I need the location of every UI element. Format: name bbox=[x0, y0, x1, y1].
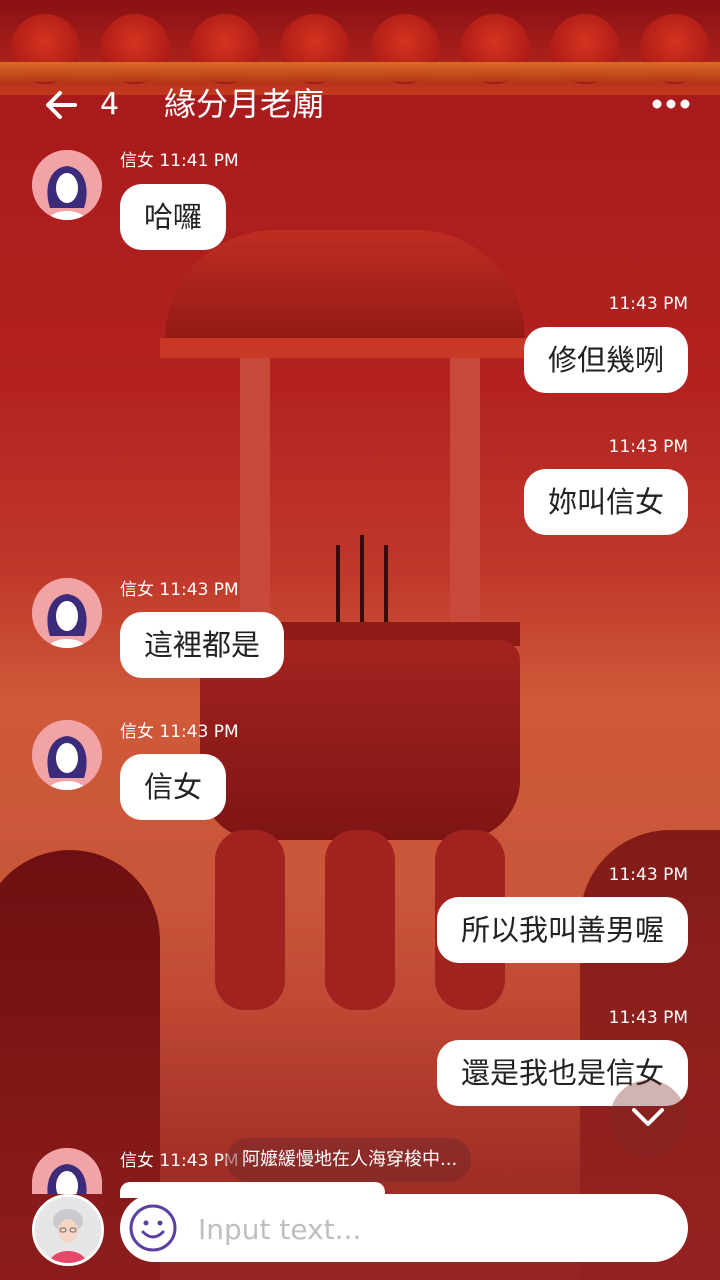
incense-stick bbox=[360, 535, 364, 625]
timestamp: 11:43 PM bbox=[159, 580, 239, 600]
message-meta: 信女 11:41 PM bbox=[120, 150, 239, 172]
timestamp: 11:43 PM bbox=[608, 294, 688, 314]
arrow-left-icon[interactable] bbox=[42, 86, 80, 124]
message-input-bar bbox=[120, 1194, 688, 1262]
message-bubble[interactable]: 妳叫信女 bbox=[523, 469, 688, 535]
sender-name: 信女 bbox=[120, 722, 154, 742]
message-bubble[interactable]: 修但幾咧 bbox=[523, 327, 688, 393]
timestamp: 11:41 PM bbox=[159, 151, 239, 171]
sender-name: 信女 bbox=[120, 151, 154, 171]
message-meta: 信女 11:43 PM bbox=[120, 721, 239, 743]
message-bubble[interactable]: 信女 bbox=[120, 754, 227, 820]
avatar[interactable] bbox=[32, 578, 102, 648]
unread-count: 4 bbox=[100, 87, 120, 122]
message-bubble[interactable]: 所以我叫善男喔 bbox=[436, 897, 688, 963]
censer-leg bbox=[325, 830, 395, 1010]
woman-avatar-icon bbox=[32, 720, 102, 790]
woman-avatar-icon bbox=[32, 578, 102, 648]
sender-name: 信女 bbox=[120, 1151, 154, 1171]
woman-avatar-icon bbox=[32, 150, 102, 220]
timestamp: 11:43 PM bbox=[608, 865, 688, 885]
message-meta: 信女 11:43 PM bbox=[120, 1150, 239, 1172]
typing-indicator: 阿嬤緩慢地在人海穿梭中... bbox=[226, 1138, 472, 1182]
avatar[interactable] bbox=[32, 150, 102, 220]
incense-stick bbox=[336, 545, 340, 625]
pavilion-beam bbox=[160, 338, 540, 358]
pavilion-pillar bbox=[450, 358, 480, 628]
censer-leg bbox=[215, 830, 285, 1010]
timestamp: 11:43 PM bbox=[608, 437, 688, 457]
avatar[interactable] bbox=[32, 720, 102, 790]
page-title: 緣分月老廟 bbox=[164, 85, 325, 123]
chat-header: 4 緣分月老廟 bbox=[0, 70, 720, 140]
pavilion-roof bbox=[165, 230, 525, 340]
pavilion-pillar bbox=[240, 358, 270, 628]
message-bubble[interactable]: 哈囉 bbox=[120, 184, 227, 250]
incense-stick bbox=[384, 545, 388, 625]
sender-name: 信女 bbox=[120, 580, 154, 600]
self-avatar[interactable] bbox=[32, 1194, 104, 1266]
timestamp: 11:43 PM bbox=[608, 1008, 688, 1028]
message-meta: 信女 11:43 PM bbox=[120, 579, 239, 601]
chevron-down-icon bbox=[632, 1108, 664, 1126]
more-dots-icon[interactable] bbox=[652, 98, 690, 110]
smiley-icon[interactable] bbox=[128, 1203, 178, 1253]
scroll-to-bottom-button[interactable] bbox=[610, 1080, 686, 1156]
message-input[interactable] bbox=[196, 1204, 670, 1254]
message-bubble[interactable]: 這裡都是 bbox=[120, 612, 285, 678]
timestamp: 11:43 PM bbox=[159, 722, 239, 742]
grandma-avatar-icon bbox=[35, 1197, 101, 1263]
